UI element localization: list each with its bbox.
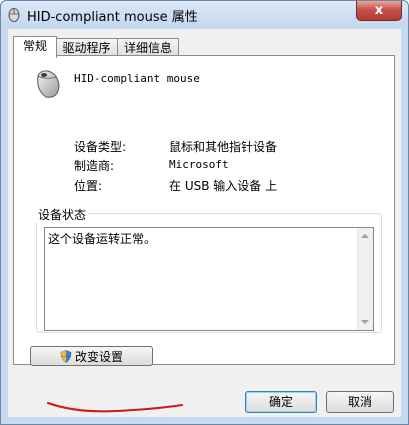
status-scrollbar[interactable] [357, 228, 373, 330]
location-label: 位置: [74, 179, 103, 193]
device-status-label: 设备状态 [36, 206, 89, 223]
manufacturer-label: 制造商: [74, 159, 115, 173]
device-type-value: 鼠标和其他指针设备 [169, 140, 278, 154]
red-underline-annotation [47, 402, 183, 413]
properties-dialog: HID-compliant mouse 属性 x 常规 驱动程序 详细信息 HI… [0, 0, 409, 425]
device-status-textbox[interactable]: 这个设备运转正常。 [44, 227, 374, 331]
mouse-icon [37, 70, 60, 98]
ok-button[interactable]: 确定 [245, 391, 317, 413]
cancel-button[interactable]: 取消 [326, 391, 394, 413]
change-settings-label: 改变设置 [74, 349, 123, 364]
device-name: HID-compliant mouse [74, 72, 200, 85]
location-value: 在 USB 输入设备 上 [169, 179, 278, 193]
scroll-down-icon[interactable] [361, 320, 369, 324]
shield-icon [60, 349, 72, 363]
device-type-label: 设备类型: [74, 140, 127, 154]
manufacturer-value: Microsoft [169, 158, 229, 171]
window-title: HID-compliant mouse 属性 [27, 10, 198, 25]
scroll-up-icon[interactable] [361, 234, 369, 238]
close-button[interactable]: x [356, 1, 402, 21]
close-icon: x [374, 3, 384, 18]
device-status-text: 这个设备运转正常。 [48, 232, 157, 246]
tab-general[interactable]: 常规 [13, 36, 57, 58]
mouse-icon [8, 8, 20, 22]
tab-panel-general: HID-compliant mouse 设备类型: 鼠标和其他指针设备 制造商:… [13, 55, 395, 365]
title-bar[interactable]: HID-compliant mouse 属性 x [1, 1, 408, 27]
change-settings-button[interactable]: 改变设置 [30, 346, 153, 366]
dialog-client-area: 常规 驱动程序 详细信息 HID-compliant mouse 设备类型: 鼠… [8, 29, 401, 417]
